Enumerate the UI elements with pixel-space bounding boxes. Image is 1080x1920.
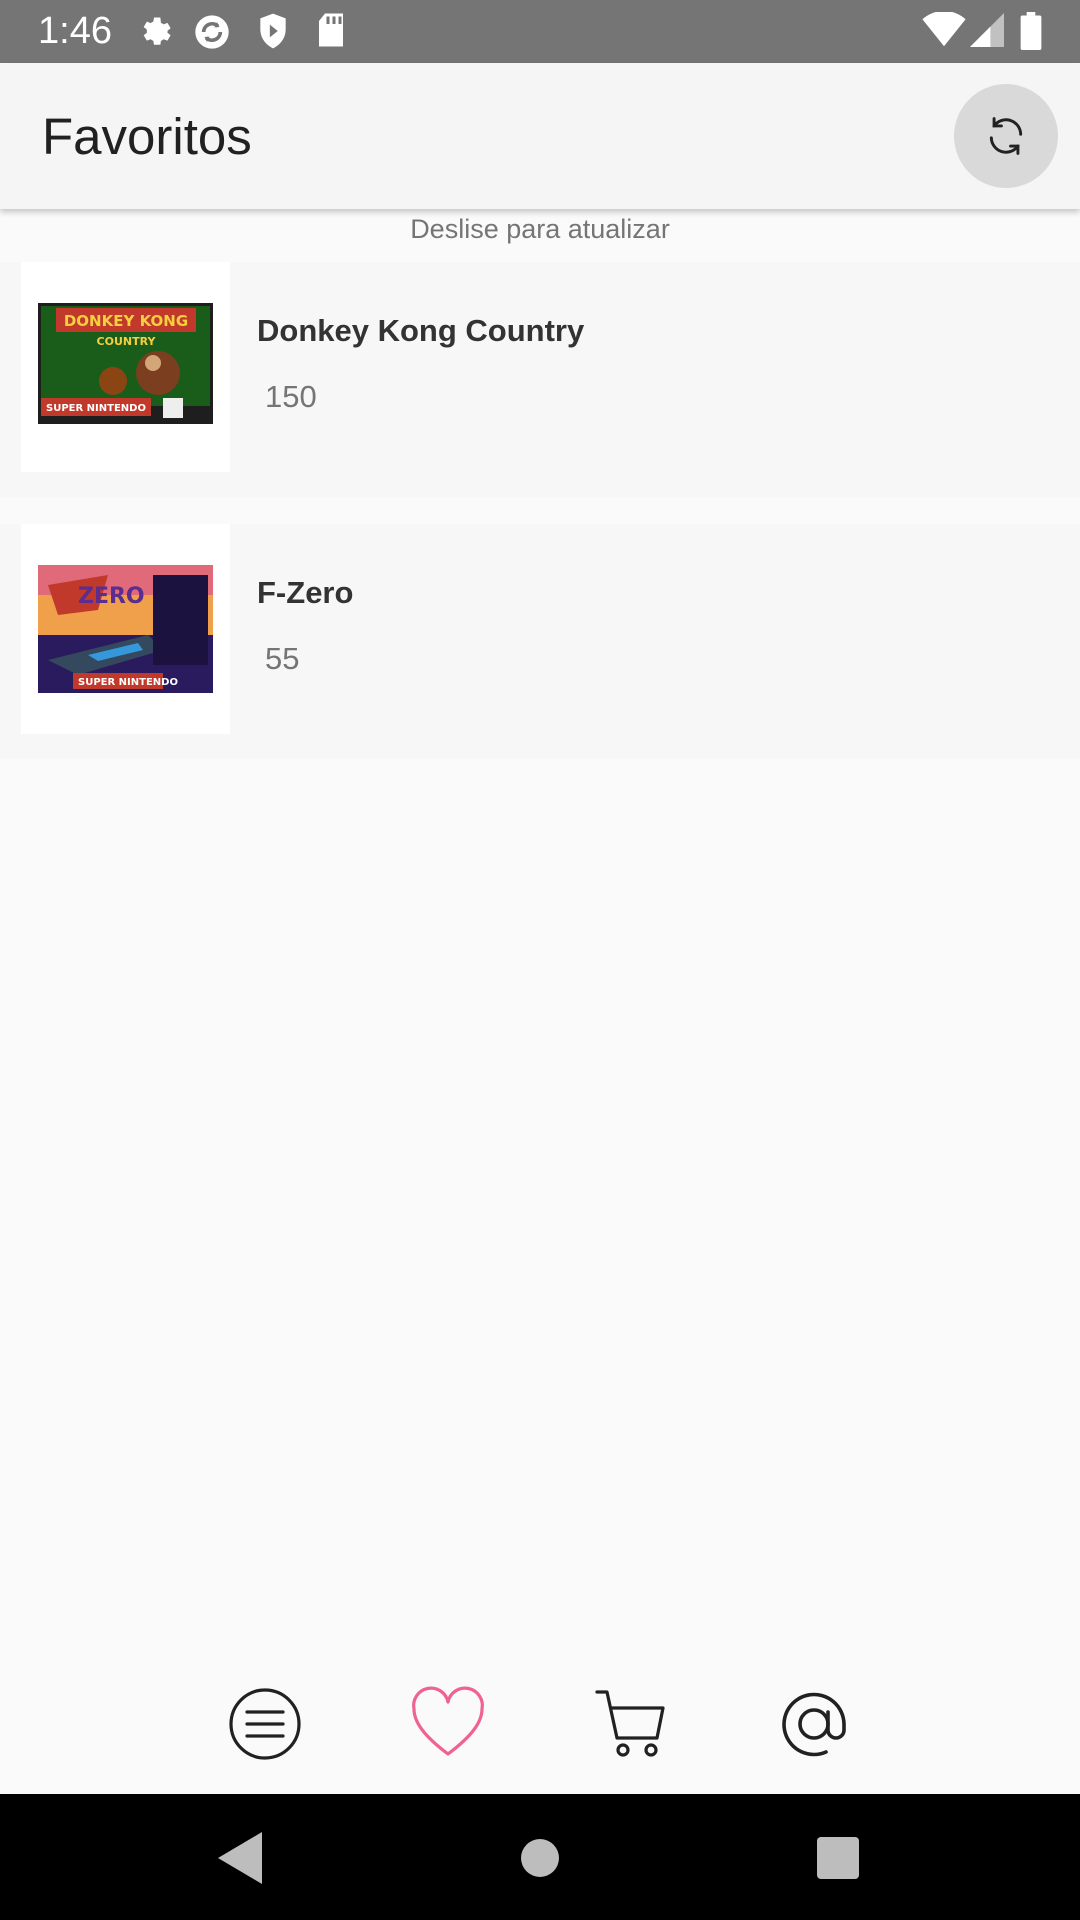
recents-icon[interactable] bbox=[817, 1830, 859, 1886]
bottom-navigation bbox=[0, 1660, 1080, 1794]
heart-icon bbox=[412, 1686, 484, 1756]
cart-icon bbox=[595, 1690, 665, 1757]
nav-favorites-button[interactable] bbox=[408, 1684, 488, 1764]
signal-icon bbox=[970, 13, 1004, 47]
game-cover-image: ZERO SUPER NINTENDO bbox=[38, 565, 213, 693]
svg-text:ZERO: ZERO bbox=[78, 584, 145, 609]
nav-cart-button[interactable] bbox=[591, 1684, 671, 1764]
item-title: Donkey Kong Country bbox=[257, 313, 585, 348]
page-title: Favoritos bbox=[42, 108, 252, 165]
svg-text:SUPER NINTENDO: SUPER NINTENDO bbox=[46, 403, 146, 414]
at-sign-icon bbox=[782, 1692, 846, 1757]
svg-text:COUNTRY: COUNTRY bbox=[97, 335, 157, 348]
battery-icon bbox=[1020, 12, 1042, 50]
nav-contact-button[interactable] bbox=[774, 1684, 854, 1764]
back-icon[interactable] bbox=[214, 1830, 264, 1886]
game-cover-image: DONKEY KONG COUNTRY SUPER NINTENDO bbox=[38, 303, 213, 424]
list-item[interactable]: ZERO SUPER NINTENDO F-Zero 55 bbox=[0, 524, 1080, 759]
system-navigation-bar bbox=[0, 1794, 1080, 1920]
thumbnail: DONKEY KONG COUNTRY SUPER NINTENDO bbox=[21, 262, 230, 472]
svg-text:SUPER NINTENDO: SUPER NINTENDO bbox=[78, 677, 178, 688]
gear-icon bbox=[143, 17, 171, 45]
menu-icon bbox=[229, 1688, 301, 1760]
item-price: 150 bbox=[265, 379, 317, 414]
home-icon[interactable] bbox=[521, 1830, 559, 1886]
list-item[interactable]: DONKEY KONG COUNTRY SUPER NINTENDO Donke… bbox=[0, 262, 1080, 497]
refresh-icon bbox=[989, 117, 1023, 155]
nav-menu-button[interactable] bbox=[225, 1684, 305, 1764]
pull-to-refresh-hint: Deslise para atualizar bbox=[410, 214, 670, 244]
wifi-icon bbox=[922, 12, 966, 47]
svg-text:DONKEY KONG: DONKEY KONG bbox=[64, 312, 188, 330]
shield-icon bbox=[260, 13, 286, 49]
status-bar: 1:46 bbox=[0, 0, 1080, 63]
sync-icon bbox=[195, 15, 229, 49]
thumbnail: ZERO SUPER NINTENDO bbox=[21, 524, 230, 734]
item-title: F-Zero bbox=[257, 575, 354, 610]
sd-card-icon bbox=[319, 13, 343, 47]
refresh-button[interactable] bbox=[954, 84, 1058, 188]
item-price: 55 bbox=[265, 641, 300, 676]
status-time: 1:46 bbox=[38, 10, 112, 52]
app-bar: Favoritos bbox=[0, 63, 1080, 209]
